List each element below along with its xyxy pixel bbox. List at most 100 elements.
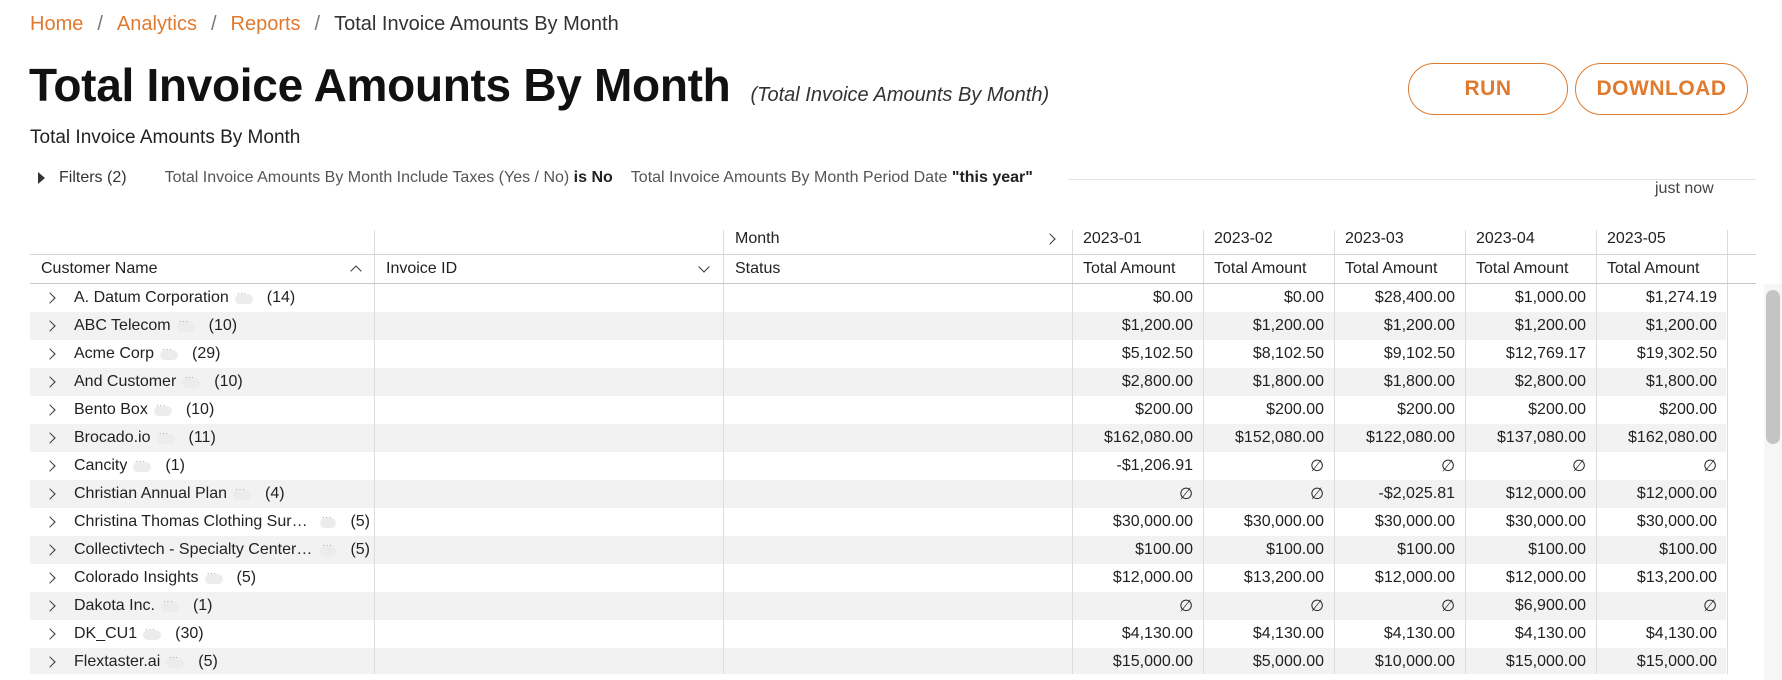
customer-cell: Colorado Insights (5): [74, 564, 370, 592]
table-row: Brocado.io (11) $162,080.00 $152,080.00 …: [30, 424, 1728, 452]
column-divider: [374, 480, 375, 508]
column-divider: [374, 255, 375, 283]
row-count: (4): [264, 485, 285, 502]
expand-row-chevron-icon[interactable]: [41, 536, 59, 564]
expand-row-chevron-icon[interactable]: [41, 312, 59, 340]
amount-cell: ∅: [1703, 458, 1717, 475]
more-options-icon[interactable]: [143, 624, 162, 640]
expand-row-chevron-icon[interactable]: [41, 620, 59, 648]
report-description: Total Invoice Amounts By Month: [30, 127, 301, 148]
filter-chip-period-date[interactable]: Total Invoice Amounts By Month Period Da…: [631, 169, 1033, 187]
customer-name[interactable]: DK_CU1: [74, 625, 137, 643]
customer-cell: Bento Box (10): [74, 396, 370, 424]
amount-cell: ∅: [1441, 598, 1455, 615]
filters-toggle[interactable]: Filters (2): [38, 169, 127, 187]
column-divider: [374, 312, 375, 340]
amount-cell: ∅: [1310, 486, 1324, 503]
customer-name[interactable]: Christian Annual Plan: [74, 485, 227, 503]
customer-name[interactable]: Flextaster.ai: [74, 653, 160, 671]
expand-row-chevron-icon[interactable]: [41, 648, 59, 674]
column-divider: [1727, 255, 1728, 283]
column-divider: [1727, 340, 1728, 368]
expand-row-chevron-icon[interactable]: [41, 396, 59, 424]
more-options-icon[interactable]: [160, 596, 179, 612]
expand-row-chevron-icon[interactable]: [41, 564, 59, 592]
column-divider: [1727, 592, 1728, 620]
expand-row-chevron-icon[interactable]: [41, 340, 59, 368]
column-divider: [1203, 230, 1204, 254]
customer-name[interactable]: Cancity: [74, 457, 127, 475]
more-options-icon[interactable]: [153, 400, 172, 416]
amount-cell: $8,102.50: [1252, 345, 1324, 362]
scrollbar-thumb[interactable]: [1766, 290, 1780, 444]
customer-name[interactable]: Dakota Inc.: [74, 597, 155, 615]
column-divider: [374, 368, 375, 396]
table-row: DK_CU1 (30) $4,130.00 $4,130.00 $4,130.0…: [30, 620, 1728, 648]
more-options-icon[interactable]: [182, 372, 201, 388]
filter-chip-include-taxes[interactable]: Total Invoice Amounts By Month Include T…: [165, 169, 613, 187]
more-options-icon[interactable]: [160, 344, 179, 360]
amount-cell: $15,000.00: [1636, 653, 1717, 670]
column-divider: [374, 648, 375, 674]
breadcrumb-reports-link[interactable]: Reports: [231, 13, 301, 36]
chevron-right-icon[interactable]: [1044, 224, 1066, 254]
expand-row-chevron-icon[interactable]: [41, 592, 59, 620]
sort-ascending-icon[interactable]: [350, 255, 368, 283]
row-count: (10): [214, 373, 243, 390]
breadcrumb-home-link[interactable]: Home: [30, 13, 83, 36]
breadcrumb-analytics-link[interactable]: Analytics: [117, 13, 197, 36]
amount-cell: $12,000.00: [1505, 485, 1586, 502]
customer-cell: Christian Annual Plan (4): [74, 480, 370, 508]
column-divider: [723, 508, 724, 536]
customer-name[interactable]: Acme Corp: [74, 345, 154, 363]
invoice-id-header[interactable]: Invoice ID: [386, 255, 686, 283]
table-row: Flextaster.ai (5) $15,000.00 $5,000.00 $…: [30, 648, 1728, 674]
chevron-down-icon[interactable]: [698, 255, 716, 283]
column-divider: [374, 340, 375, 368]
column-divider: [1727, 312, 1728, 340]
customer-name[interactable]: A. Datum Corporation: [74, 289, 229, 307]
run-button[interactable]: RUN: [1408, 63, 1568, 115]
more-options-icon[interactable]: [166, 652, 185, 668]
column-divider: [1596, 230, 1597, 254]
column-divider: [723, 480, 724, 508]
column-divider: [374, 396, 375, 424]
customer-name[interactable]: Collectivtech - Specialty Center AB…: [74, 541, 314, 559]
more-options-icon[interactable]: [234, 288, 253, 304]
status-header[interactable]: Status: [735, 255, 1035, 283]
column-divider: [374, 508, 375, 536]
more-options-icon[interactable]: [319, 512, 337, 528]
customer-name[interactable]: And Customer: [74, 373, 176, 391]
customer-name[interactable]: ABC Telecom: [74, 317, 171, 335]
more-options-icon[interactable]: [156, 428, 175, 444]
column-divider: [374, 230, 375, 254]
table-row: And Customer (10) $2,800.00 $1,800.00 $1…: [30, 368, 1728, 396]
download-button[interactable]: DOWNLOAD: [1575, 63, 1748, 115]
customer-name[interactable]: Brocado.io: [74, 429, 151, 447]
more-options-icon[interactable]: [204, 568, 223, 584]
more-options-icon[interactable]: [176, 316, 195, 332]
more-options-icon[interactable]: [232, 484, 251, 500]
expand-row-chevron-icon[interactable]: [41, 480, 59, 508]
customer-name-header[interactable]: Customer Name: [41, 255, 341, 283]
customer-name[interactable]: Colorado Insights: [74, 569, 199, 587]
expand-row-chevron-icon[interactable]: [41, 424, 59, 452]
amount-cell: $5,000.00: [1252, 653, 1324, 670]
pivot-month-header[interactable]: Month: [735, 224, 1095, 254]
row-count: (5): [350, 541, 370, 558]
expand-row-chevron-icon[interactable]: [41, 368, 59, 396]
expand-row-chevron-icon[interactable]: [41, 508, 59, 536]
more-options-icon[interactable]: [320, 540, 337, 556]
expand-row-chevron-icon[interactable]: [41, 452, 59, 480]
amount-cell: ∅: [1179, 598, 1193, 615]
column-divider: [723, 620, 724, 648]
customer-name[interactable]: Bento Box: [74, 401, 148, 419]
more-options-icon[interactable]: [133, 456, 152, 472]
measure-header: Total Amount: [1476, 260, 1569, 277]
customer-name[interactable]: Christina Thomas Clothing Surplu…: [74, 513, 314, 531]
amount-cell: $10,000.00: [1374, 653, 1455, 670]
expand-row-chevron-icon[interactable]: [41, 284, 59, 312]
amount-cell: $2,800.00: [1514, 373, 1586, 390]
table-row: A. Datum Corporation (14) $0.00 $0.00 $2…: [30, 284, 1728, 312]
amount-cell: $122,080.00: [1366, 429, 1455, 446]
